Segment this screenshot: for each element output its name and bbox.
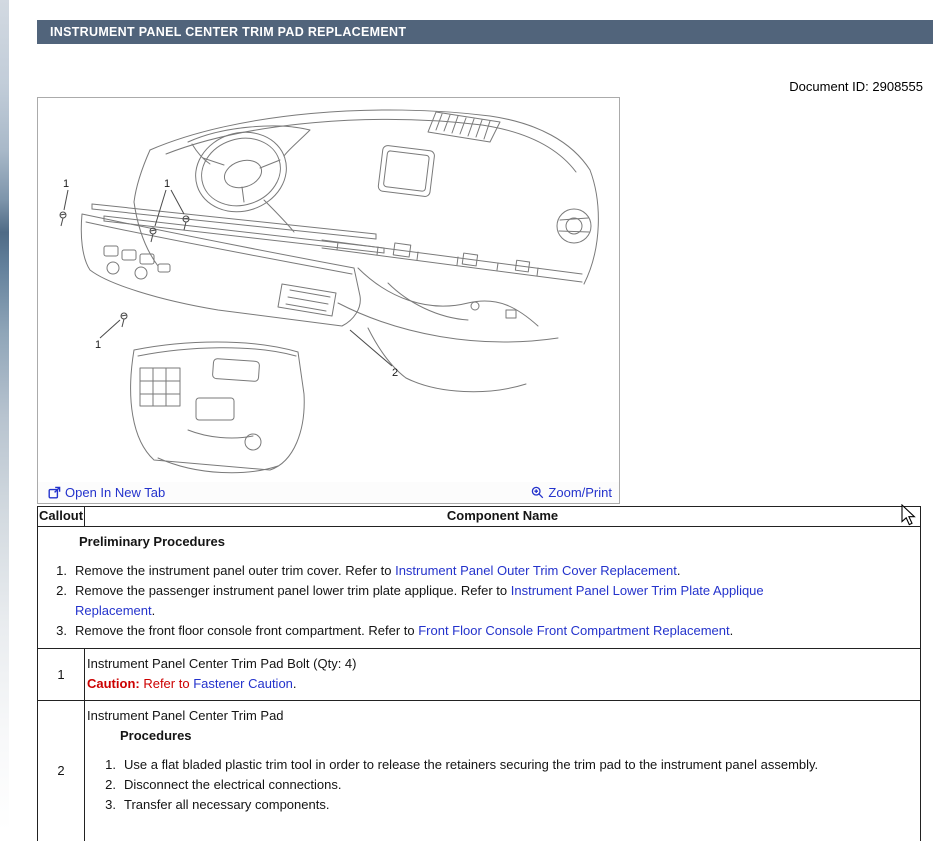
list-item: 3. Transfer all necessary components. — [87, 795, 912, 815]
preliminary-procedures-cell: Preliminary Procedures 1. Remove the ins… — [38, 527, 920, 648]
open-in-new-tab-icon — [48, 486, 61, 499]
figure-image: 1 1 1 2 — [38, 98, 619, 482]
list-text: Remove the instrument panel outer trim c… — [71, 561, 681, 581]
list-number: 3. — [87, 795, 120, 815]
component-name-column-header: Component Name — [85, 507, 920, 526]
step-suffix: . — [152, 603, 156, 618]
preliminary-steps-list: 1. Remove the instrument panel outer tri… — [38, 561, 912, 641]
defrost-vent — [428, 112, 500, 142]
component-table: Callout Component Name Preliminary Proce… — [37, 506, 921, 841]
open-in-new-tab-label: Open In New Tab — [65, 485, 165, 500]
procedures-label: Procedures — [120, 726, 912, 746]
list-item: 2. Remove the passenger instrument panel… — [38, 581, 912, 621]
callout-label-1c: 1 — [95, 339, 101, 351]
figure-box: 1 1 1 2 Open In New Tab — [37, 97, 620, 504]
step-text: Remove the front floor console front com… — [75, 623, 418, 638]
callout-label-2: 2 — [392, 367, 398, 379]
step-text: Remove the instrument panel outer trim c… — [75, 563, 395, 578]
floor-console — [131, 342, 305, 473]
side-air-vent — [557, 209, 591, 243]
callout-number: 1 — [38, 649, 85, 700]
list-item: 3. Remove the front floor console front … — [38, 621, 912, 641]
list-text: Use a flat bladed plastic trim tool in o… — [120, 755, 818, 775]
bolt — [183, 216, 189, 230]
callout-label-1a: 1 — [63, 178, 69, 190]
step-suffix: . — [677, 563, 681, 578]
callout-label-1b: 1 — [164, 178, 170, 190]
list-number: 2. — [38, 581, 71, 621]
document-id: Document ID: 2908555 — [789, 79, 923, 94]
page-title: INSTRUMENT PANEL CENTER TRIM PAD REPLACE… — [50, 25, 406, 39]
table-row-callout-1: 1 Instrument Panel Center Trim Pad Bolt … — [38, 649, 920, 701]
zoom-icon — [531, 486, 544, 499]
center-trim-pad — [81, 214, 360, 326]
component-cell: Instrument Panel Center Trim Pad Bolt (Q… — [85, 649, 920, 700]
list-item: 1. Remove the instrument panel outer tri… — [38, 561, 912, 581]
callout-number: 2 — [38, 701, 85, 841]
preliminary-procedures-title: Preliminary Procedures — [79, 532, 912, 552]
caution-line: Caution: Refer to Fastener Caution. — [87, 674, 912, 694]
component-cell: Instrument Panel Center Trim Pad Procedu… — [85, 701, 920, 841]
open-in-new-tab-link[interactable]: Open In New Tab — [48, 485, 165, 500]
component-name: Instrument Panel Center Trim Pad — [87, 706, 912, 726]
trim-pad-diagram: 1 1 1 2 — [38, 98, 619, 482]
step-text: Remove the passenger instrument panel lo… — [75, 583, 511, 598]
procedure-link-outer-trim-cover[interactable]: Instrument Panel Outer Trim Cover Replac… — [395, 563, 677, 578]
caution-label: Caution: — [87, 676, 140, 691]
procedure-steps-list: 1. Use a flat bladed plastic trim tool i… — [87, 755, 912, 815]
callout-column-header: Callout — [38, 507, 85, 526]
table-header-row: Callout Component Name — [38, 507, 920, 527]
list-text: Transfer all necessary components. — [120, 795, 329, 815]
page-background-strip — [0, 0, 9, 831]
list-number: 2. — [87, 775, 120, 795]
figure-toolbar: Open In New Tab Zoom/Print — [38, 482, 619, 503]
section-title-bar: INSTRUMENT PANEL CENTER TRIM PAD REPLACE… — [37, 20, 933, 44]
bolt — [121, 313, 127, 327]
bolt — [60, 212, 66, 226]
list-number: 1. — [87, 755, 120, 775]
list-text: Remove the passenger instrument panel lo… — [71, 581, 832, 621]
step-suffix: . — [730, 623, 734, 638]
table-row-callout-2: 2 Instrument Panel Center Trim Pad Proce… — [38, 701, 920, 841]
list-number: 3. — [38, 621, 71, 641]
caution-text: Refer to — [140, 676, 193, 691]
list-number: 1. — [38, 561, 71, 581]
cross-car-beam — [322, 240, 582, 392]
zoom-print-link[interactable]: Zoom/Print — [531, 485, 612, 500]
list-text: Remove the front floor console front com… — [71, 621, 733, 641]
preliminary-procedures-row: Preliminary Procedures 1. Remove the ins… — [38, 527, 920, 649]
procedure-link-front-compartment[interactable]: Front Floor Console Front Compartment Re… — [418, 623, 729, 638]
caution-suffix: . — [293, 676, 297, 691]
center-display — [378, 145, 435, 197]
list-item: 2. Disconnect the electrical connections… — [87, 775, 912, 795]
component-name: Instrument Panel Center Trim Pad Bolt (Q… — [87, 654, 912, 674]
list-item: 1. Use a flat bladed plastic trim tool i… — [87, 755, 912, 775]
list-text: Disconnect the electrical connections. — [120, 775, 342, 795]
fastener-caution-link[interactable]: Fastener Caution — [193, 676, 293, 691]
dashboard-outline — [134, 110, 598, 284]
zoom-print-label: Zoom/Print — [548, 485, 612, 500]
